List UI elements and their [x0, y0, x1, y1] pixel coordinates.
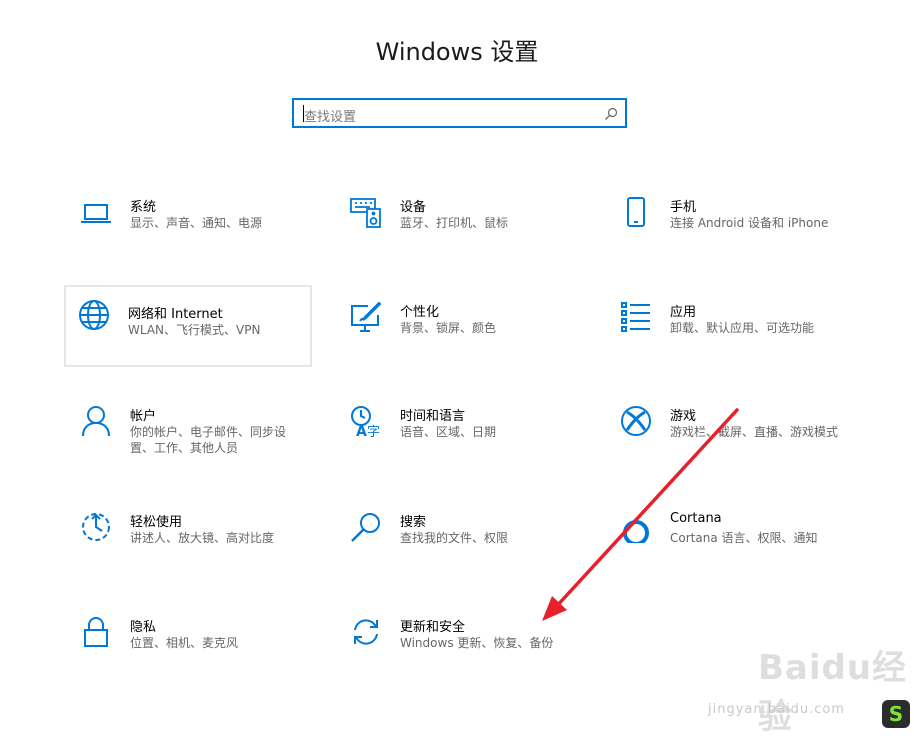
setting-desc: 语音、区域、日期 — [400, 425, 497, 439]
setting-gaming[interactable]: 游戏 游戏栏、截屏、直播、游戏模式 — [606, 395, 854, 477]
refresh-icon — [350, 616, 382, 648]
setting-name: 时间和语言 — [400, 409, 466, 424]
setting-desc: 游戏栏、截屏、直播、游戏模式 — [670, 425, 839, 439]
keyboard-speaker-icon — [350, 196, 382, 228]
globe-icon — [78, 299, 110, 331]
baidu-watermark: Baidu经验 jingyan.baidu.com S — [700, 640, 910, 740]
phone-icon — [620, 196, 652, 228]
setting-name: 设备 — [400, 200, 427, 215]
setting-name: Cortana — [670, 511, 722, 526]
setting-desc: 位置、相机、麦克风 — [130, 636, 239, 650]
search-placeholder: 查找设置 — [304, 110, 357, 125]
setting-desc: 你的帐户、电子邮件、同步设置、工作、其他人员 — [130, 425, 287, 455]
setting-devices[interactable]: 设备 蓝牙、打印机、鼠标 — [336, 186, 584, 268]
svg-text:A: A — [356, 424, 367, 437]
watermark-url: jingyan.baidu.com — [708, 702, 845, 717]
setting-name: 隐私 — [130, 620, 157, 635]
setting-name: 搜索 — [400, 515, 427, 530]
search-icon — [605, 107, 618, 120]
setting-name: 应用 — [670, 305, 697, 320]
time-language-icon: A 字 — [350, 405, 382, 437]
setting-cortana[interactable]: Cortana Cortana 语言、权限、通知 — [606, 501, 854, 583]
setting-accounts[interactable]: 帐户 你的帐户、电子邮件、同步设置、工作、其他人员 — [66, 395, 314, 477]
person-icon — [80, 405, 112, 437]
setting-name: 轻松使用 — [130, 515, 183, 530]
search-input[interactable]: 查找设置 — [292, 98, 627, 128]
setting-phone[interactable]: 手机 连接 Android 设备和 iPhone — [606, 186, 854, 268]
xbox-icon — [620, 405, 652, 437]
setting-desc: 查找我的文件、权限 — [400, 531, 509, 545]
svg-text:字: 字 — [367, 425, 380, 437]
setting-name: 游戏 — [670, 409, 697, 424]
setting-desc: Windows 更新、恢复、备份 — [400, 636, 554, 650]
search-icon — [350, 511, 382, 543]
setting-name: 网络和 Internet — [128, 307, 223, 322]
setting-desc: 显示、声音、通知、电源 — [130, 216, 263, 230]
setting-desc: WLAN、飞行模式、VPN — [128, 323, 261, 337]
setting-ease-of-access[interactable]: 轻松使用 讲述人、放大镜、高对比度 — [66, 501, 314, 583]
setting-system[interactable]: 系统 显示、声音、通知、电源 — [66, 186, 314, 268]
setting-search[interactable]: 搜索 查找我的文件、权限 — [336, 501, 584, 583]
setting-name: 手机 — [670, 200, 697, 215]
app-list-icon — [620, 301, 652, 333]
page-title: Windows 设置 — [375, 38, 539, 66]
setting-desc: 卸载、默认应用、可选功能 — [670, 321, 815, 335]
setting-desc: Cortana 语言、权限、通知 — [670, 531, 818, 545]
laptop-icon — [80, 196, 112, 228]
monitor-pen-icon — [350, 301, 382, 333]
setting-personalization[interactable]: 个性化 背景、锁屏、颜色 — [336, 291, 584, 373]
watermark-badge: S — [882, 700, 910, 728]
setting-name: 更新和安全 — [400, 620, 466, 635]
setting-desc: 讲述人、放大镜、高对比度 — [130, 531, 275, 545]
setting-name: 帐户 — [130, 409, 157, 424]
setting-desc: 连接 Android 设备和 iPhone — [670, 216, 829, 230]
setting-desc: 蓝牙、打印机、鼠标 — [400, 216, 509, 230]
setting-privacy[interactable]: 隐私 位置、相机、麦克风 — [66, 606, 314, 688]
setting-network[interactable]: 网络和 Internet WLAN、飞行模式、VPN — [64, 285, 312, 367]
setting-name: 系统 — [130, 200, 157, 215]
lock-icon — [80, 616, 112, 648]
setting-name: 个性化 — [400, 305, 440, 320]
setting-time-language[interactable]: A 字 时间和语言 语音、区域、日期 — [336, 395, 584, 477]
ease-of-access-icon — [80, 511, 112, 543]
setting-apps[interactable]: 应用 卸载、默认应用、可选功能 — [606, 291, 854, 373]
cortana-icon — [620, 511, 652, 543]
setting-update-security[interactable]: 更新和安全 Windows 更新、恢复、备份 — [336, 606, 584, 688]
setting-desc: 背景、锁屏、颜色 — [400, 321, 497, 335]
